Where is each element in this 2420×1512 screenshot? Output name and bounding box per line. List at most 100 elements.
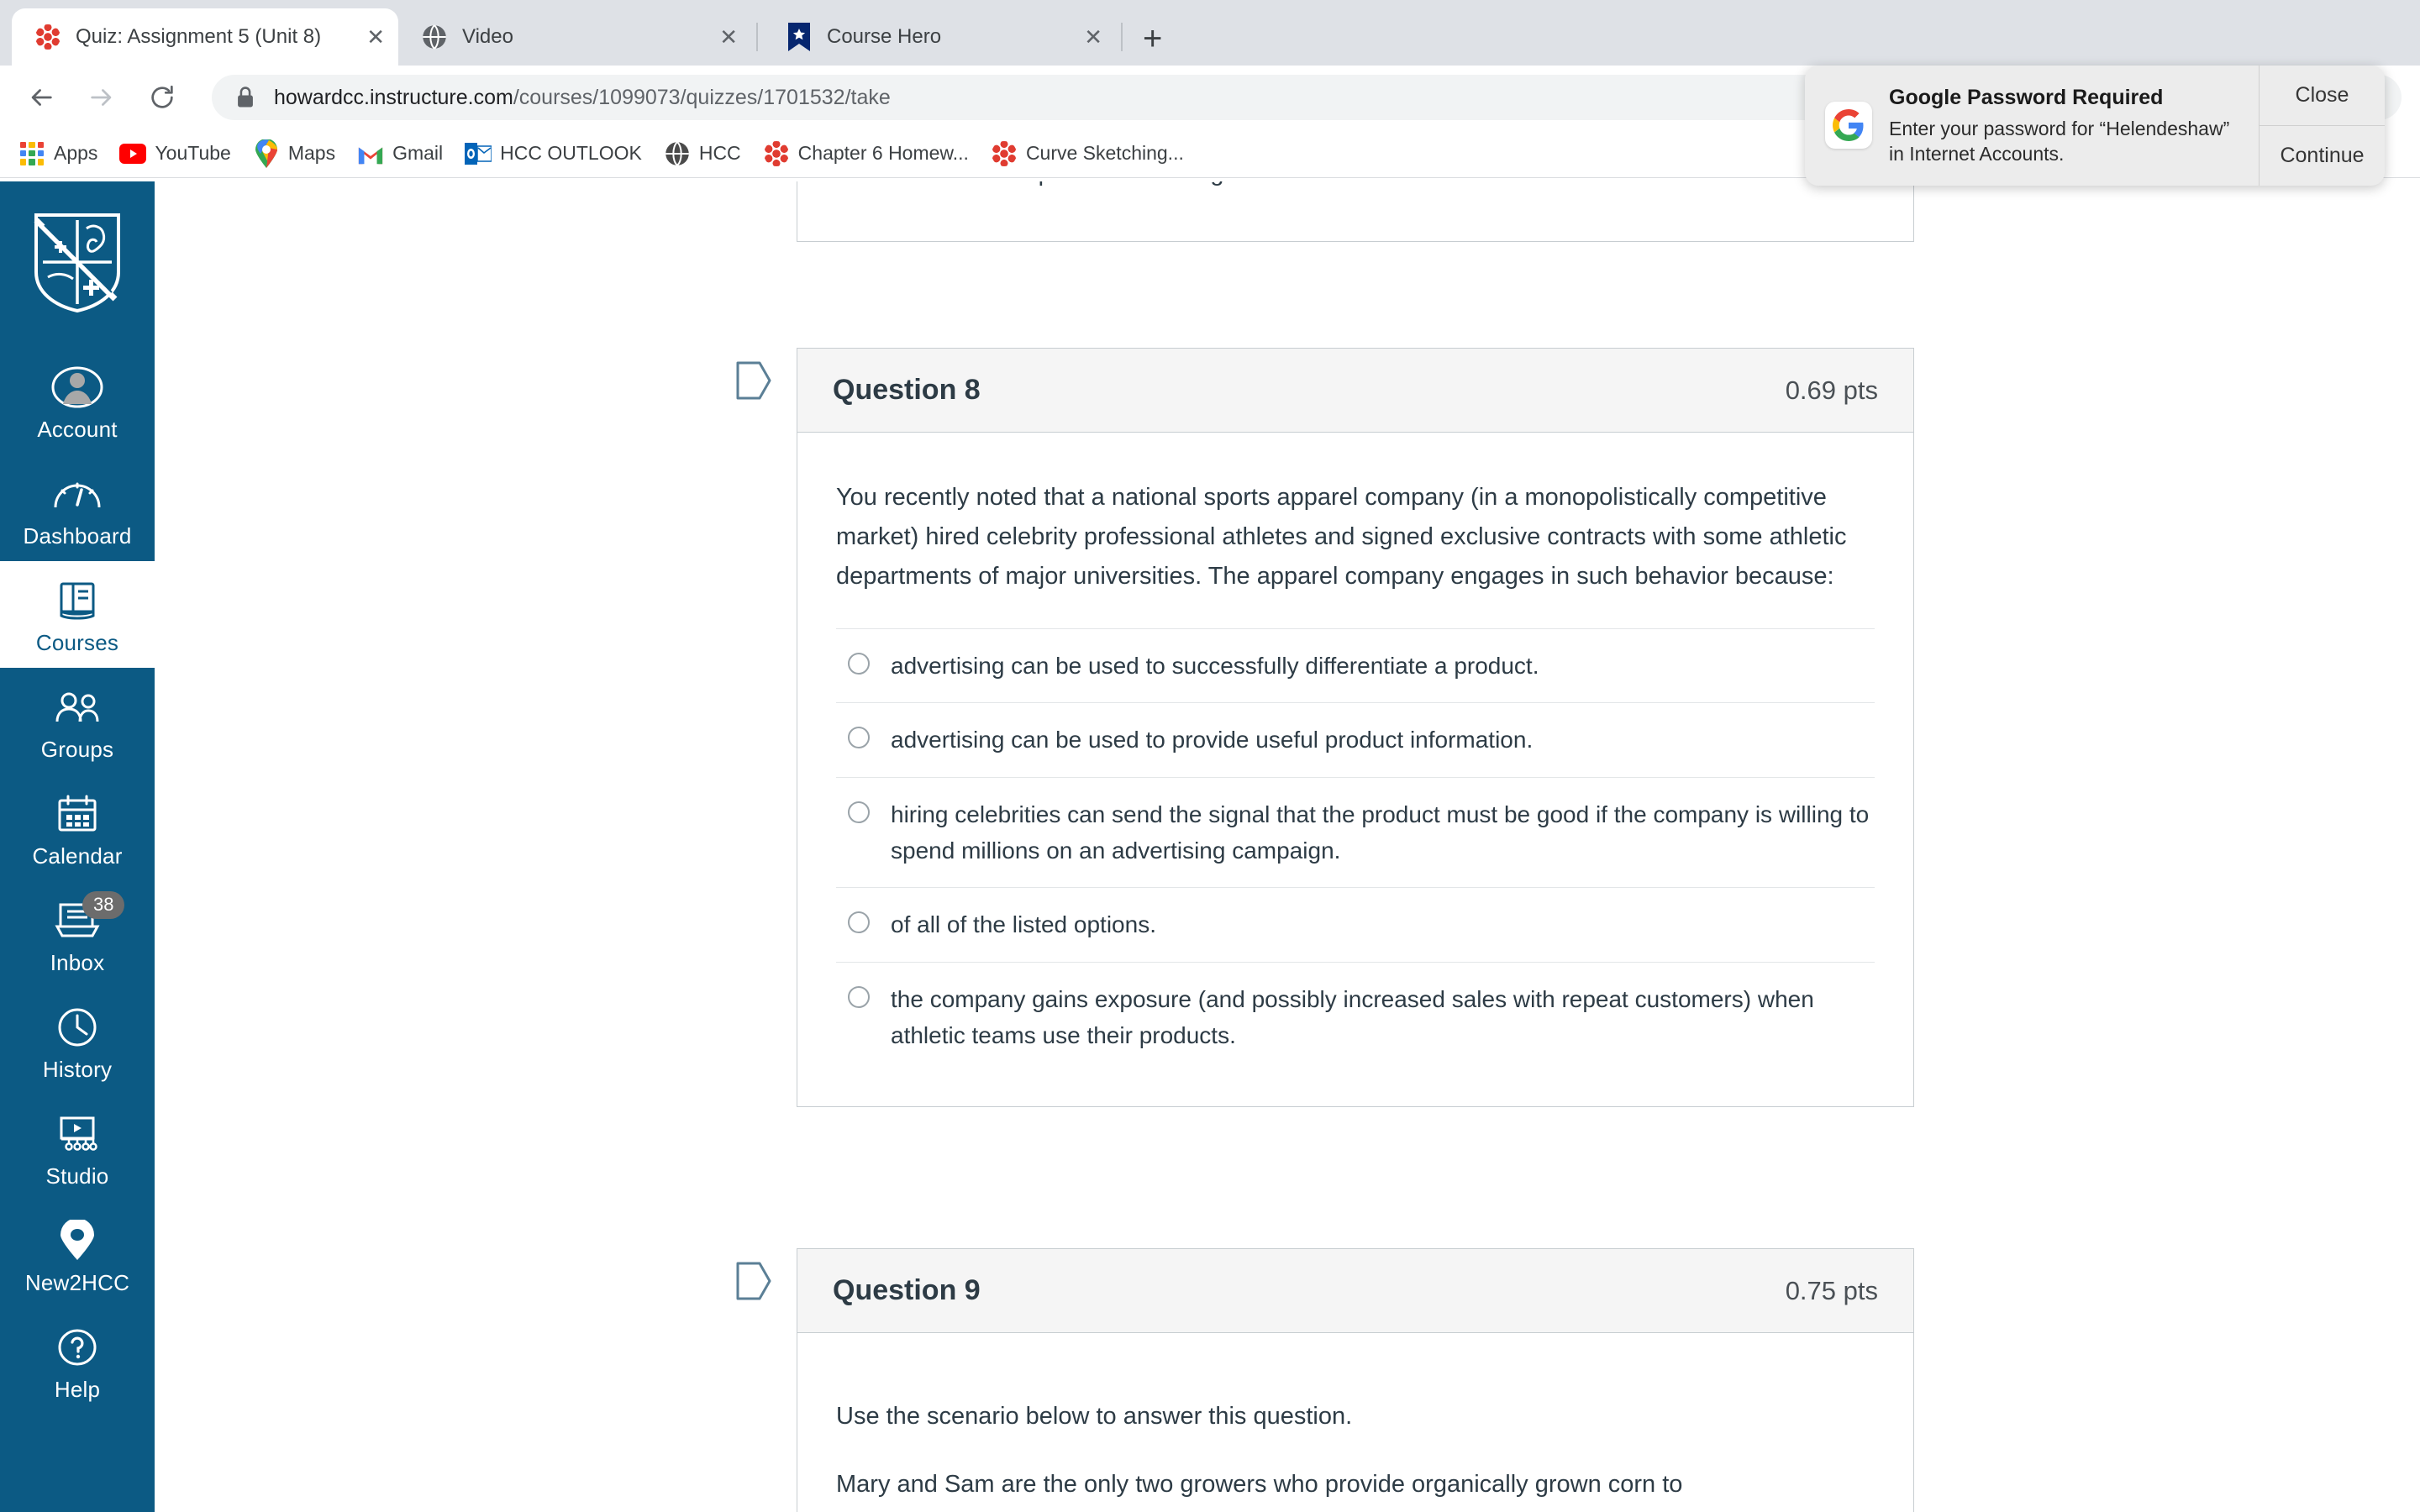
- youtube-icon: [119, 140, 147, 167]
- answer-label: hiring celebrities can send the signal t…: [891, 801, 1870, 864]
- radio-button[interactable]: [848, 985, 870, 1008]
- howard-community-college-crest[interactable]: [31, 212, 124, 313]
- close-icon[interactable]: ✕: [366, 24, 385, 50]
- back-icon[interactable]: [18, 75, 64, 120]
- question-prompt-line-1: Use the scenario below to answer this qu…: [836, 1403, 1353, 1430]
- close-button[interactable]: Close: [2260, 66, 2385, 125]
- sidebar-item-label: Help: [54, 1377, 101, 1402]
- sidebar-item-label: History: [42, 1057, 113, 1082]
- flag-question-icon[interactable]: [736, 1262, 771, 1300]
- sidebar-item-new2hcc[interactable]: New2HCC: [0, 1201, 155, 1308]
- bookmark-hcc-outlook[interactable]: HCC OUTLOOK: [465, 140, 642, 167]
- question-prompt: You recently noted that a national sport…: [836, 484, 1847, 590]
- inbox-unread-badge: 38: [82, 891, 125, 919]
- sidebar-item-label: Account: [37, 417, 118, 442]
- url-domain: howardcc.instructure.com: [274, 85, 513, 109]
- url-path: /courses/1099073/quizzes/1701532/take: [513, 85, 891, 109]
- question-points: 0.69 pts: [1785, 375, 1878, 405]
- globe-icon: [664, 140, 691, 167]
- studio-screen-icon: [53, 1108, 102, 1160]
- new-tab-button[interactable]: +: [1143, 22, 1162, 55]
- bookmark-hcc[interactable]: HCC: [664, 140, 741, 167]
- question-8-body: You recently noted that a national sport…: [797, 433, 1913, 1106]
- page-viewport: Account Dashboard Courses Groups Calenda…: [0, 181, 2420, 1512]
- forward-icon[interactable]: [79, 75, 124, 120]
- answer-option[interactable]: advertising can be used to provide usefu…: [836, 702, 1875, 776]
- question-9-body: Use the scenario below to answer this qu…: [797, 1333, 1913, 1512]
- sidebar-item-label: Dashboard: [23, 523, 132, 549]
- canvas-icon: [763, 140, 790, 167]
- bookmark-apps[interactable]: Apps: [18, 140, 97, 167]
- maps-pin-icon: [253, 139, 280, 168]
- sidebar-item-label: New2HCC: [24, 1270, 130, 1295]
- previous-question-partial: zero economic profits in the long run.: [797, 181, 1914, 242]
- bookmark-label: Apps: [54, 142, 98, 164]
- reload-icon[interactable]: [139, 75, 185, 120]
- course-hero-icon: [785, 23, 813, 51]
- outlook-icon: [465, 140, 492, 167]
- radio-button[interactable]: [848, 911, 870, 934]
- canvas-global-nav: Account Dashboard Courses Groups Calenda…: [0, 181, 155, 1512]
- close-icon[interactable]: ✕: [1084, 24, 1102, 50]
- question-title: Question 9: [833, 1274, 981, 1306]
- calendar-icon: [56, 788, 98, 840]
- close-icon[interactable]: ✕: [719, 24, 738, 50]
- answer-option[interactable]: hiring celebrities can send the signal t…: [836, 776, 1875, 888]
- google-g-icon: [1825, 102, 1872, 150]
- bookmark-label: HCC: [698, 142, 741, 164]
- sidebar-item-history[interactable]: History: [0, 988, 155, 1095]
- sidebar-item-courses[interactable]: Courses: [0, 561, 155, 668]
- sidebar-item-studio[interactable]: Studio: [0, 1095, 155, 1201]
- url-text: howardcc.instructure.com/courses/1099073…: [274, 86, 891, 110]
- sidebar-item-label: Courses: [35, 630, 119, 655]
- sidebar-item-inbox[interactable]: 38 Inbox: [0, 881, 155, 988]
- flag-question-icon[interactable]: [736, 361, 771, 400]
- tab-divider: [756, 23, 758, 51]
- browser-tab-course-hero[interactable]: Course Hero ✕: [763, 8, 1116, 66]
- book-icon: [56, 575, 98, 627]
- clock-icon: [56, 1001, 98, 1053]
- radio-button[interactable]: [848, 727, 870, 749]
- bookmark-curve-sketching[interactable]: Curve Sketching...: [991, 140, 1184, 167]
- bookmark-youtube[interactable]: YouTube: [119, 140, 231, 167]
- sidebar-item-calendar[interactable]: Calendar: [0, 774, 155, 881]
- notification-title: Google Password Required: [1889, 86, 2164, 109]
- user-avatar-icon: [51, 361, 103, 413]
- gmail-icon: [357, 140, 384, 167]
- sidebar-item-dashboard[interactable]: Dashboard: [0, 454, 155, 561]
- page-scrollbar[interactable]: [2405, 181, 2420, 1512]
- answer-option[interactable]: of all of the listed options.: [836, 887, 1875, 961]
- radio-button[interactable]: [848, 652, 870, 675]
- sidebar-item-groups[interactable]: Groups: [0, 668, 155, 774]
- tab-title: Video: [462, 25, 513, 48]
- dashboard-gauge-icon: [53, 468, 102, 520]
- browser-tab-video[interactable]: Video ✕: [398, 8, 751, 66]
- sidebar-item-account[interactable]: Account: [0, 348, 155, 454]
- apps-grid-icon: [18, 140, 45, 167]
- question-circle-icon: [56, 1321, 98, 1373]
- question-points: 0.75 pts: [1785, 1275, 1878, 1305]
- question-prompt-line-2: Mary and Sam are the only two growers wh…: [836, 1470, 1683, 1498]
- globe-icon: [420, 23, 449, 51]
- question-9-header: Question 9 0.75 pts: [797, 1249, 1913, 1333]
- answer-label: the company gains exposure (and possibly…: [891, 985, 1814, 1049]
- bookmark-gmail[interactable]: Gmail: [357, 140, 443, 167]
- continue-button[interactable]: Continue: [2260, 125, 2385, 185]
- question-9-card: Question 9 0.75 pts Use the scenario bel…: [797, 1248, 1914, 1512]
- sidebar-item-label: Groups: [40, 737, 114, 762]
- answer-option[interactable]: advertising can be used to successfully …: [836, 627, 1875, 702]
- question-8-card: Question 8 0.69 pts You recently noted t…: [797, 348, 1914, 1107]
- tab-divider: [1121, 23, 1123, 51]
- bookmark-label: YouTube: [155, 142, 231, 164]
- question-title: Question 8: [833, 374, 981, 406]
- bookmark-chapter-6-homework[interactable]: Chapter 6 Homew...: [763, 140, 969, 167]
- sidebar-item-help[interactable]: Help: [0, 1308, 155, 1415]
- radio-button[interactable]: [848, 801, 870, 823]
- bookmark-maps[interactable]: Maps: [253, 139, 335, 168]
- tab-title: Course Hero: [827, 25, 942, 48]
- answer-option[interactable]: the company gains exposure (and possibly…: [836, 961, 1875, 1073]
- answer-label: of all of the listed options.: [891, 911, 1156, 938]
- question-8-answers: advertising can be used to successfully …: [836, 627, 1875, 1073]
- bookmark-label: Gmail: [392, 142, 444, 164]
- browser-tab-quiz[interactable]: Quiz: Assignment 5 (Unit 8) ✕: [12, 8, 398, 66]
